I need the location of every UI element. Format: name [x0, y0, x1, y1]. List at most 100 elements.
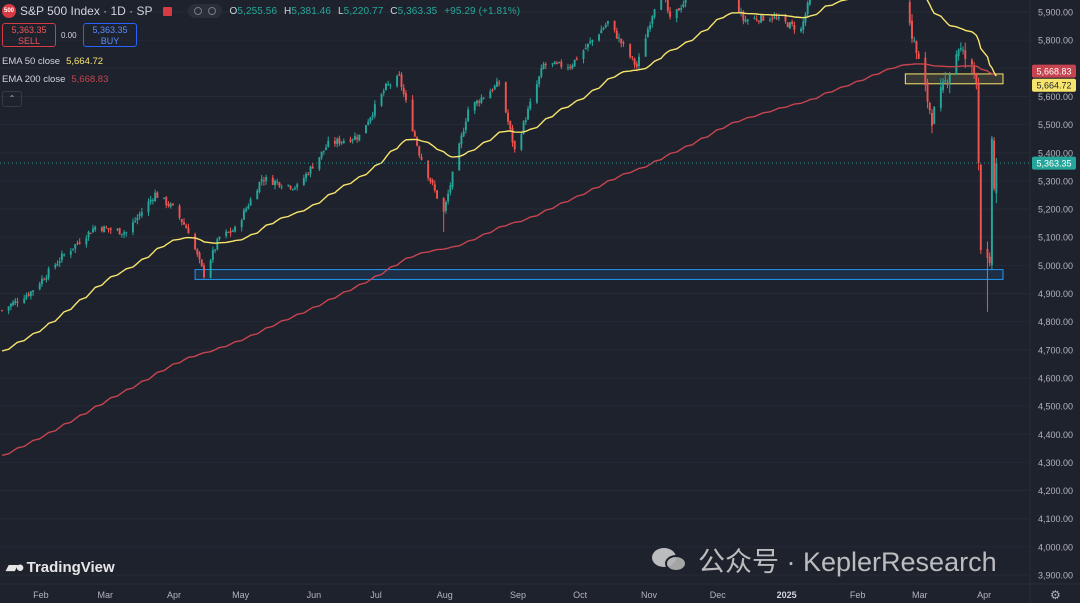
candle-body: [247, 206, 250, 209]
candle: [911, 14, 913, 44]
candle-body: [649, 25, 652, 30]
candle-body: [85, 238, 88, 245]
buy-button[interactable]: 5,363.35 BUY: [83, 23, 137, 47]
candle: [56, 260, 59, 267]
y-tick-label: 4,800.00: [1038, 317, 1073, 327]
candle-body: [666, 0, 669, 11]
candle-body: [151, 200, 154, 202]
candle: [163, 197, 165, 200]
candle-body: [89, 232, 92, 234]
candle: [788, 21, 791, 30]
candle: [615, 27, 618, 40]
candle: [436, 189, 438, 200]
candle: [105, 225, 108, 229]
candle: [209, 258, 212, 279]
zones: [194, 73, 1004, 280]
candle-body: [92, 228, 94, 233]
candle: [178, 204, 181, 221]
candle: [134, 216, 137, 223]
candle-body: [957, 49, 960, 57]
candle: [460, 132, 463, 149]
candle: [187, 223, 190, 234]
candle-body: [569, 67, 572, 69]
candle: [369, 116, 372, 124]
gear-icon[interactable]: ⚙: [1050, 588, 1061, 602]
candle: [74, 243, 77, 254]
candle-body: [444, 202, 447, 211]
candle-body: [413, 131, 416, 137]
symbol-title[interactable]: S&P 500 Index · 1D · SP: [20, 4, 153, 18]
candle: [125, 231, 128, 237]
x-tick-label: Sep: [510, 590, 526, 600]
candle: [340, 141, 343, 146]
candle: [43, 277, 46, 281]
sell-button[interactable]: 5,363.35 SELL: [2, 23, 56, 47]
candle: [218, 236, 221, 241]
spread-value: 0.00: [61, 31, 77, 40]
candle: [216, 237, 219, 251]
market-status-icon[interactable]: [162, 6, 172, 16]
time-axis[interactable]: Feb Mar Apr May Jun Jul Aug Sep Oct Nov Dec 2025 Feb…: [33, 590, 991, 600]
candle: [622, 40, 625, 47]
zone-rect[interactable]: [904, 73, 1004, 85]
candle-body: [680, 8, 683, 10]
candle: [775, 13, 778, 21]
candle-body: [256, 190, 259, 200]
candle-body: [806, 2, 809, 14]
candle: [291, 188, 294, 191]
candle: [495, 77, 498, 88]
candle-body: [274, 180, 276, 186]
candle-body: [136, 217, 139, 221]
candle-body: [571, 65, 574, 69]
candle-body: [757, 20, 760, 22]
candle: [638, 53, 640, 70]
chevron-up-icon[interactable]: ⌃: [2, 91, 22, 107]
candle: [746, 18, 749, 25]
candle: [529, 98, 532, 111]
candle-body: [962, 49, 965, 51]
candle: [404, 90, 407, 103]
candle: [977, 77, 980, 171]
x-tick-label: 2025: [777, 590, 797, 600]
candle-body: [385, 83, 387, 91]
grid: [0, 0, 1080, 603]
candle-body: [478, 101, 481, 103]
price-chart[interactable]: 3,900.00 4,000.00 4,100.00 4,200.00 4,300.00…: [0, 0, 1080, 603]
candle: [962, 46, 965, 55]
candle-body: [333, 140, 336, 144]
zone-rect[interactable]: [194, 269, 1004, 280]
ema200-legend[interactable]: EMA 200 close 5,668.83: [2, 74, 108, 85]
candle-body: [198, 252, 201, 260]
candle: [744, 15, 747, 23]
candle: [613, 20, 616, 33]
visibility-toggle[interactable]: [187, 4, 222, 18]
candle: [504, 81, 507, 114]
candle-body: [373, 104, 376, 116]
candle: [274, 179, 276, 190]
chart-window: 3,900.00 4,000.00 4,100.00 4,200.00 4,300.00…: [0, 0, 1080, 603]
candle: [265, 174, 268, 185]
candle-body: [72, 248, 74, 250]
candle: [156, 191, 159, 198]
candle-body: [63, 254, 66, 256]
candle: [382, 88, 385, 97]
candle: [12, 299, 15, 307]
candle-body: [171, 203, 174, 206]
candle: [185, 223, 188, 229]
ema50-legend[interactable]: EMA 50 close 5,664.72: [2, 56, 103, 67]
candle-body: [598, 34, 601, 41]
candle-body: [16, 301, 19, 303]
candle-body: [464, 121, 467, 131]
candle-body: [400, 74, 403, 88]
candle-body: [955, 54, 958, 74]
candle: [54, 262, 57, 270]
candle: [988, 252, 991, 267]
candle-body: [140, 212, 143, 216]
candle: [351, 138, 354, 144]
candle-body: [915, 41, 918, 53]
candle-body: [218, 236, 221, 239]
candle: [575, 56, 578, 61]
candle: [473, 101, 476, 115]
candle: [489, 88, 492, 99]
price-axis[interactable]: 3,900.00 4,000.00 4,100.00 4,200.00 4,300.00…: [1032, 0, 1076, 581]
